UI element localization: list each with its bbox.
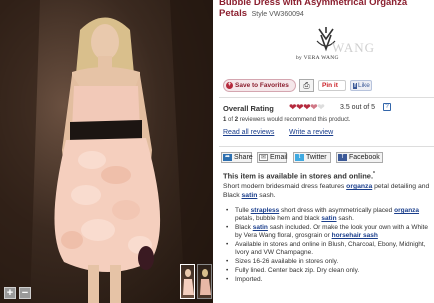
share-icon: ➦ xyxy=(223,154,232,161)
feature-text: petals, bubble hem and black xyxy=(235,215,320,222)
rating-label: Overall Rating xyxy=(223,104,274,113)
feature-text: short dress with asymmetrically placed xyxy=(281,207,393,214)
favorites-label: Save to Favorites xyxy=(235,82,289,89)
heart-empty-icon: ❤ xyxy=(317,102,325,112)
email-label: Email xyxy=(270,154,288,161)
rating-section: Overall Rating ❤❤❤❤❤ 3.5 out of 5 ? 1 of… xyxy=(219,97,434,141)
feature-text: Tulle xyxy=(235,207,249,214)
zoom-out-button[interactable]: − xyxy=(19,287,31,299)
feature-text: Black xyxy=(235,224,251,231)
facebook-label: Facebook xyxy=(349,154,380,161)
feature-item: Sizes 16-26 available in stores only. xyxy=(226,258,431,266)
product-title: Bubble Dress with Asymmetrical Organza P… xyxy=(219,0,434,20)
like-label: Like xyxy=(358,82,370,89)
facebook-icon: f xyxy=(338,154,347,161)
satin-link[interactable]: satin xyxy=(253,224,268,231)
description-text: sash. xyxy=(259,192,276,199)
recommend-total: 2 xyxy=(234,117,239,123)
feature-item: Tulle strapless short dress with asymmet… xyxy=(226,207,431,223)
description-text: Short modern bridesmaid dress features xyxy=(223,183,345,190)
feature-item: Fully lined. Center back zip. Dry clean … xyxy=(226,267,431,275)
share-bar: ➦ Share ✉ Email t Twitter f Facebook xyxy=(219,146,434,166)
horsehair-sash-link[interactable]: horsehair sash xyxy=(332,232,378,239)
product-photo[interactable]: + − xyxy=(0,0,213,303)
feature-list: Tulle strapless short dress with asymmet… xyxy=(226,207,431,285)
product-description: Short modern bridesmaid dress features o… xyxy=(223,182,433,200)
plus-icon: + xyxy=(226,82,233,89)
heart-icon: ❤ xyxy=(289,102,297,112)
satin-link[interactable]: satin xyxy=(242,192,258,199)
recommend-count: 1 xyxy=(223,117,227,123)
brand-name: by VERA WANG xyxy=(296,55,339,61)
feature-item: Imported. xyxy=(226,276,431,284)
read-all-reviews-link[interactable]: Read all reviews xyxy=(223,129,274,136)
twitter-label: Twitter xyxy=(306,154,327,161)
print-icon[interactable]: ⎙ xyxy=(299,79,314,92)
pin-it-button[interactable]: Pin it xyxy=(318,80,346,91)
style-code: Style VW360094 xyxy=(251,10,304,18)
rating-hearts: ❤❤❤❤❤ xyxy=(289,102,325,113)
feature-item: Black satin sash included. Or make the l… xyxy=(226,224,431,240)
save-to-favorites-button[interactable]: + Save to Favorites xyxy=(223,79,296,92)
facebook-like-button[interactable]: f Like xyxy=(350,80,372,91)
facebook-button[interactable]: f Facebook xyxy=(336,152,383,163)
product-title-text: Bubble Dress with Asymmetrical Organza P… xyxy=(219,0,408,19)
share-label: Share xyxy=(234,154,253,161)
availability-text: This item is available in stores and onl… xyxy=(223,171,374,181)
twitter-button[interactable]: t Twitter xyxy=(293,152,331,163)
rating-score: 3.5 out of 5 xyxy=(340,104,376,111)
thumbnail-back[interactable] xyxy=(197,264,212,299)
facebook-icon: f xyxy=(353,83,357,89)
availability-notice: This item is available in stores and onl… xyxy=(223,171,375,181)
organza-link[interactable]: organza xyxy=(346,183,372,190)
twitter-icon: t xyxy=(295,154,304,161)
feature-text: sash. xyxy=(338,215,354,222)
recommend-tail: reviewers would recommend this product. xyxy=(239,117,351,123)
thumbnail-front[interactable] xyxy=(180,264,195,299)
zoom-in-button[interactable]: + xyxy=(4,287,16,299)
feature-item: Available in stores and online in Blush,… xyxy=(226,241,431,257)
envelope-icon: ✉ xyxy=(259,154,268,161)
write-review-link[interactable]: Write a review xyxy=(289,129,333,136)
brand-watermark: WANG xyxy=(332,40,375,55)
recommend-text: 1 of 2 reviewers would recommend this pr… xyxy=(223,117,351,123)
help-icon[interactable]: ? xyxy=(383,103,391,111)
availability-asterisk: * xyxy=(373,171,375,177)
model-illustration xyxy=(0,0,213,303)
satin-link[interactable]: satin xyxy=(321,215,336,222)
share-button[interactable]: ➦ Share xyxy=(221,152,253,163)
product-info-panel: Bubble Dress with Asymmetrical Organza P… xyxy=(219,0,434,303)
email-button[interactable]: ✉ Email xyxy=(257,152,288,163)
organza-link[interactable]: organza xyxy=(394,207,419,214)
strapless-link[interactable]: strapless xyxy=(251,207,280,214)
